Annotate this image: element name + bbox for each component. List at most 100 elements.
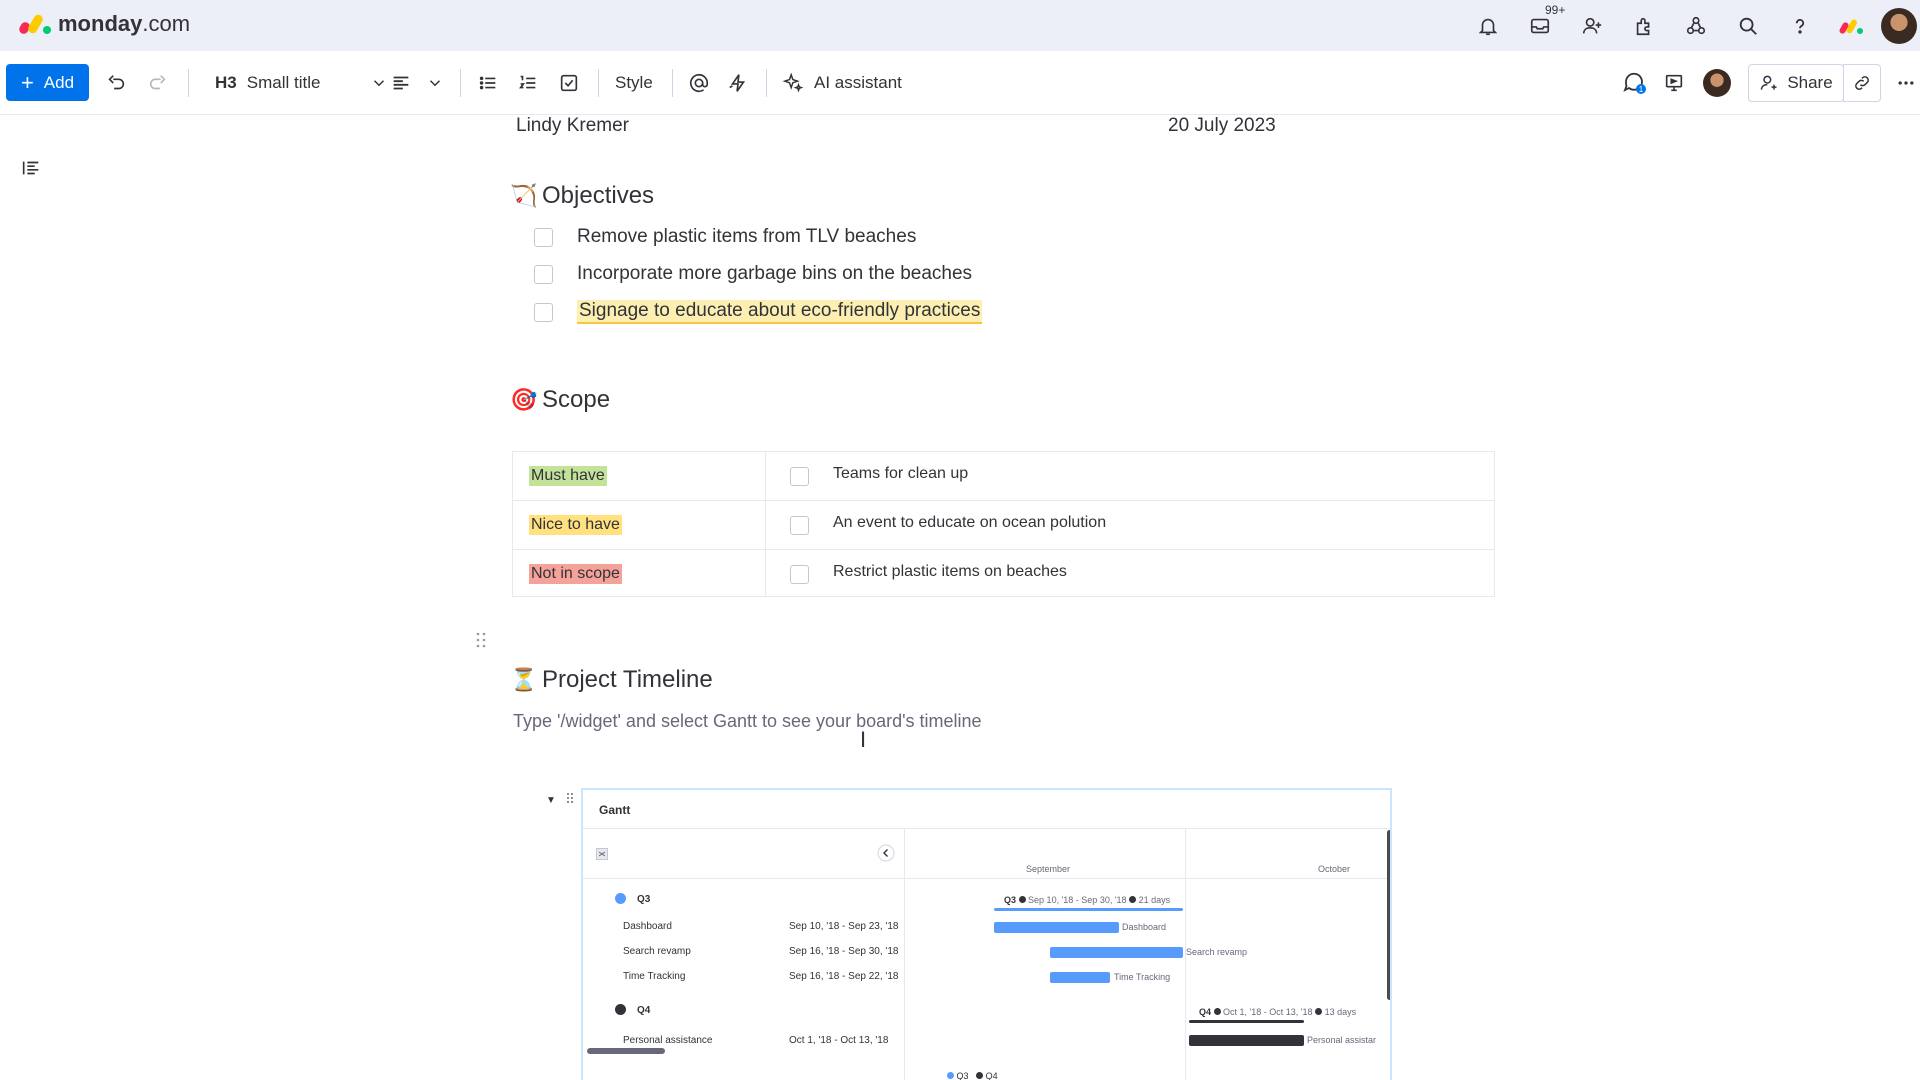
objective-checkbox[interactable] (534, 227, 553, 247)
gantt-group-summary: Q3 Sep 10, '18 - Sep 30, '18 21 days (1004, 895, 1171, 905)
updates-icon[interactable]: 1 (1622, 63, 1648, 103)
table-of-contents-icon[interactable] (20, 157, 42, 184)
scope-tag[interactable]: Must have (529, 466, 607, 486)
svg-text:1: 1 (1639, 85, 1644, 94)
gantt-bar-label: Search revamp (1186, 947, 1248, 957)
gantt-group-bar (994, 908, 1183, 911)
bell-icon[interactable] (1462, 0, 1514, 51)
scope-item[interactable]: An event to educate on ocean polution (833, 514, 1106, 532)
monday-logo[interactable]: monday.com (17, 10, 191, 38)
numbered-list-icon[interactable] (517, 63, 539, 103)
presentation-icon[interactable] (1663, 63, 1685, 103)
more-options-icon[interactable] (1896, 63, 1916, 103)
collapse-all-icon[interactable] (596, 847, 608, 865)
logo-text: monday.com (58, 11, 191, 36)
legend-dot-q4 (976, 1072, 984, 1079)
gantt-bar[interactable] (1189, 1035, 1304, 1046)
scope-checkbox[interactable] (790, 516, 809, 535)
gantt-widget[interactable]: Gantt September October Q3 Dashboard Sep… (581, 788, 1392, 1080)
sparkle-icon (782, 72, 804, 93)
scope-checkbox[interactable] (790, 565, 809, 584)
gantt-item-name[interactable]: Search revamp (623, 946, 691, 957)
gantt-vertical-scrollbar[interactable] (1387, 830, 1390, 1000)
gantt-item-dates: Sep 10, '18 - Sep 23, '18 (789, 921, 899, 932)
style-label: Style (615, 73, 653, 92)
text-style-select[interactable]: H3 Small title (215, 63, 388, 103)
copy-link-icon[interactable] (1843, 64, 1881, 102)
top-bar: monday.com 99+ (0, 0, 1920, 51)
add-button[interactable]: + Add (6, 64, 89, 101)
gantt-bar[interactable] (994, 922, 1119, 933)
scope-checkbox[interactable] (790, 467, 809, 486)
scope-row: Nice to have An event to educate on ocea… (513, 501, 1494, 550)
text-style-label: Small title (246, 73, 321, 92)
timeline-placeholder[interactable]: Type '/widget' and select Gantt to see y… (513, 711, 982, 732)
mention-icon[interactable] (688, 63, 710, 103)
gantt-item-dates: Oct 1, '18 - Oct 13, '18 (789, 1035, 889, 1046)
add-button-label: Add (43, 72, 75, 92)
gantt-item-name[interactable]: Dashboard (623, 921, 672, 932)
help-icon[interactable] (1774, 0, 1826, 51)
objectives-heading[interactable]: 🏹 Objectives (510, 182, 654, 210)
gantt-title: Gantt (599, 803, 631, 817)
author-name: Lindy Kremer (516, 115, 629, 136)
chevron-left-icon[interactable] (877, 844, 895, 867)
bulleted-list-icon[interactable] (477, 63, 499, 103)
scope-heading[interactable]: 🎯 Scope (510, 386, 610, 414)
scope-tag[interactable]: Not in scope (529, 564, 622, 584)
collapse-caret-icon[interactable]: ▼ (546, 795, 556, 806)
invite-user-icon[interactable] (1566, 0, 1618, 51)
objectives-title: Objectives (542, 182, 655, 209)
group-dot-q3 (615, 893, 626, 904)
align-select[interactable] (390, 63, 444, 103)
scope-row: Must have Teams for clean up (513, 452, 1494, 501)
apps-icon[interactable] (1618, 0, 1670, 51)
scope-tag[interactable]: Nice to have (529, 515, 622, 535)
share-label: Share (1787, 73, 1833, 92)
target-icon: 🎯 (510, 387, 538, 412)
gantt-item-name[interactable]: Personal assistance (623, 1035, 713, 1046)
monday-apps-icon[interactable] (1826, 0, 1878, 51)
gantt-item-dates: Sep 16, '18 - Sep 30, '18 (789, 946, 899, 957)
automation-icon[interactable] (727, 63, 749, 103)
gantt-bar-label: Time Tracking (1114, 972, 1171, 982)
monday-logo-mark (17, 10, 52, 38)
inbox-icon[interactable]: 99+ (1514, 0, 1569, 51)
align-left-icon (393, 76, 409, 90)
search-icon[interactable] (1722, 0, 1774, 51)
heading-3-icon: H3 (215, 73, 237, 92)
share-button[interactable]: Share (1748, 64, 1844, 102)
user-avatar[interactable] (1878, 0, 1920, 51)
gantt-bar[interactable] (1050, 947, 1183, 958)
editor-toolbar: + Add H3 Small title Style AI assistant (0, 51, 1920, 115)
collaborator-avatar[interactable] (1703, 63, 1731, 103)
gantt-group-name[interactable]: Q3 (637, 894, 650, 905)
chevron-down-icon (374, 80, 385, 87)
bow-and-arrow-icon: 🏹 (510, 183, 538, 208)
objective-text-highlighted[interactable]: Signage to educate about eco-friendly pr… (577, 300, 983, 324)
objective-text[interactable]: Incorporate more garbage bins on the bea… (577, 263, 972, 285)
doc-date: 20 July 2023 (1168, 115, 1276, 136)
checklist-icon[interactable] (558, 63, 580, 103)
plus-icon: + (20, 69, 34, 95)
ai-assistant-button[interactable]: AI assistant (782, 63, 902, 103)
drag-handle-icon[interactable] (476, 632, 486, 653)
scope-item[interactable]: Restrict plastic items on beaches (833, 563, 1067, 581)
objective-checkbox[interactable] (534, 264, 553, 284)
redo-icon[interactable] (147, 63, 169, 103)
gantt-item-name[interactable]: Time Tracking (623, 971, 685, 982)
share-user-icon (1761, 75, 1777, 90)
objective-checkbox[interactable] (534, 302, 553, 322)
style-button[interactable]: Style (615, 63, 653, 103)
scope-item[interactable]: Teams for clean up (833, 465, 968, 483)
timeline-heading[interactable]: ⏳ Project Timeline (510, 666, 713, 694)
objective-text[interactable]: Remove plastic items from TLV beaches (577, 226, 916, 248)
legend-dot-q3 (947, 1072, 954, 1079)
integrations-icon[interactable] (1670, 0, 1722, 51)
gantt-bar[interactable] (1050, 972, 1110, 983)
gantt-group-name[interactable]: Q4 (637, 1005, 650, 1016)
gantt-legend: Q3 Q4 (947, 1071, 998, 1080)
gantt-horizontal-scrollbar[interactable] (587, 1048, 665, 1054)
widget-drag-handle-icon[interactable] (566, 791, 574, 809)
undo-icon[interactable] (105, 63, 127, 103)
